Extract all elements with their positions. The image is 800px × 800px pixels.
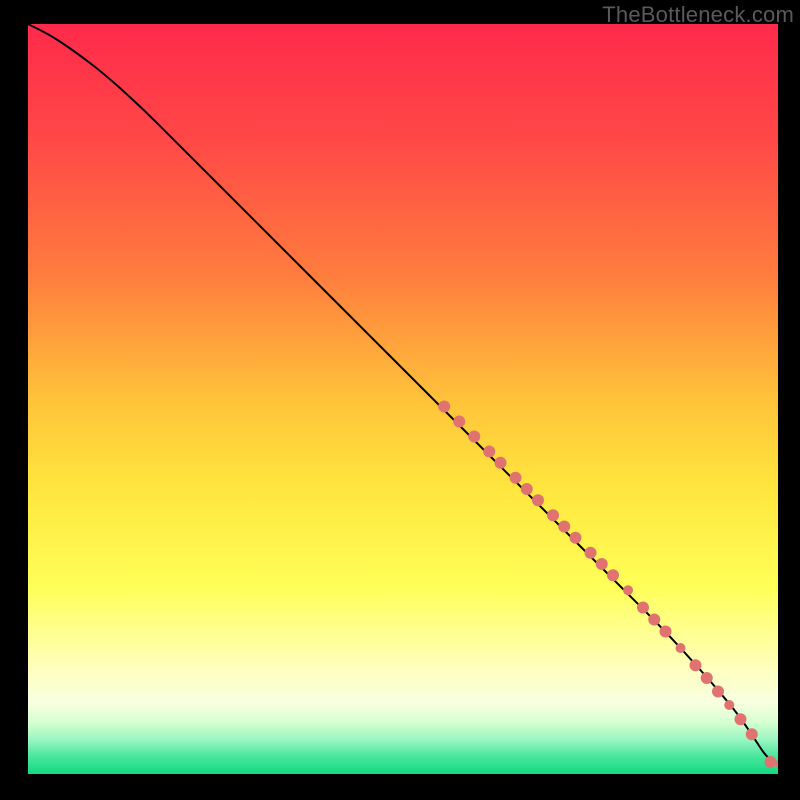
data-marker xyxy=(690,659,702,671)
data-marker xyxy=(724,700,734,710)
data-marker xyxy=(438,401,450,413)
data-marker xyxy=(660,626,672,638)
data-marker xyxy=(468,431,480,443)
data-marker xyxy=(547,509,559,521)
data-marker xyxy=(585,547,597,559)
data-marker xyxy=(637,602,649,614)
data-marker xyxy=(735,713,747,725)
data-marker xyxy=(453,416,465,428)
data-marker xyxy=(495,457,507,469)
chart-frame: TheBottleneck.com xyxy=(0,0,800,800)
chart-svg xyxy=(28,24,778,774)
data-marker xyxy=(596,558,608,570)
data-marker xyxy=(676,643,686,653)
data-marker xyxy=(521,483,533,495)
data-marker xyxy=(510,472,522,484)
data-marker xyxy=(746,728,758,740)
data-marker xyxy=(765,756,777,768)
data-marker xyxy=(558,521,570,533)
data-marker xyxy=(701,672,713,684)
data-marker xyxy=(607,569,619,581)
gradient-background xyxy=(28,24,778,774)
data-marker xyxy=(623,585,633,595)
data-marker xyxy=(532,494,544,506)
data-marker xyxy=(648,614,660,626)
plot-area xyxy=(28,24,778,774)
data-marker xyxy=(570,532,582,544)
data-marker xyxy=(483,446,495,458)
data-marker xyxy=(712,686,724,698)
